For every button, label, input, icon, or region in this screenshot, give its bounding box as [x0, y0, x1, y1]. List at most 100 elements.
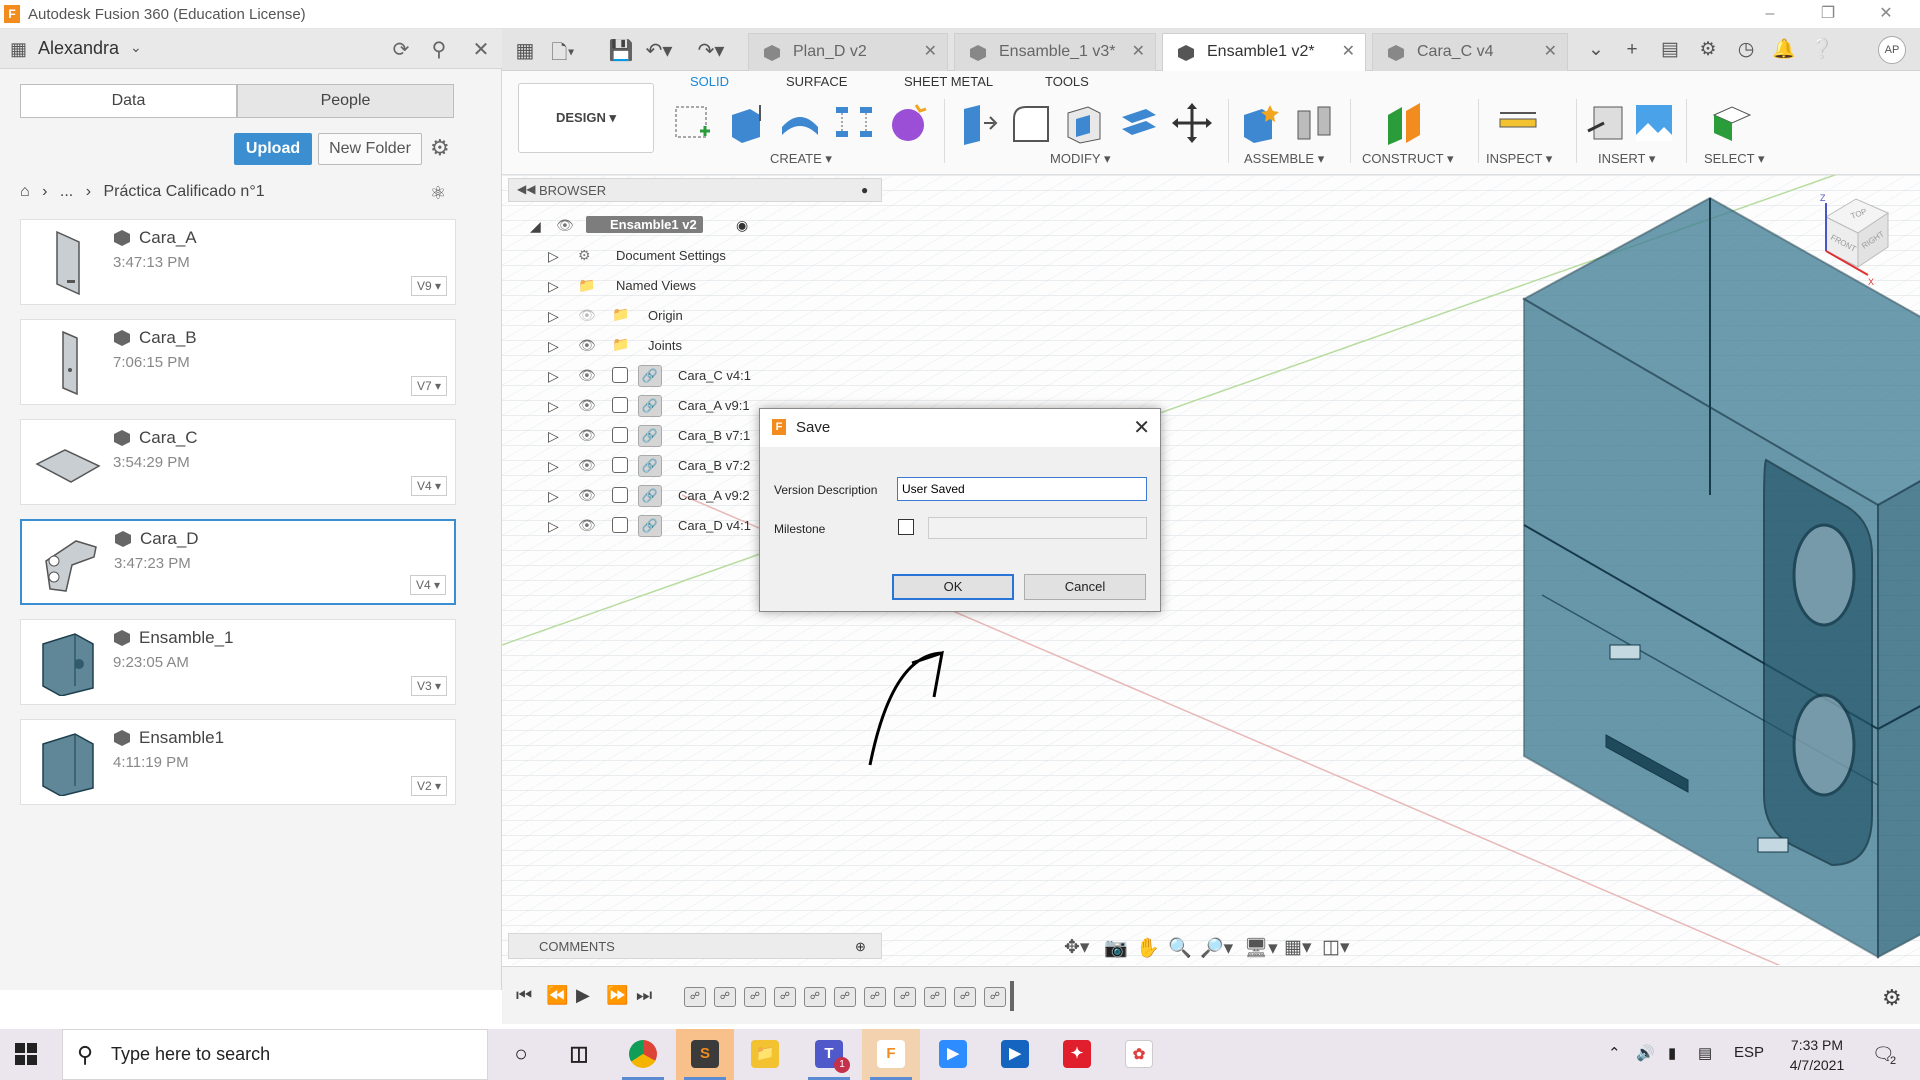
- browser-root-node[interactable]: ◢ 👁 Ensamble1 v2 ◉: [530, 214, 760, 238]
- view-cube[interactable]: TOP FRONT RIGHT Z X: [1802, 189, 1912, 289]
- step-forward-icon[interactable]: ⏩: [606, 985, 628, 1006]
- system-clock[interactable]: 7:33 PM 4/7/2021: [1772, 1035, 1862, 1075]
- taskbar-search[interactable]: ⚲ Type here to search: [62, 1029, 488, 1080]
- close-window-icon[interactable]: ✕: [1866, 2, 1906, 26]
- version-dropdown[interactable]: V4 ▾: [410, 575, 446, 595]
- orbit-icon[interactable]: ✥▾: [1064, 936, 1089, 959]
- file-card-cara-b[interactable]: Cara_B 7:06:15 PM V7 ▾: [20, 319, 456, 405]
- timeline-feature[interactable]: ☍: [924, 987, 946, 1007]
- browser-panel-header[interactable]: ◀◀ BROWSER ●: [508, 178, 882, 202]
- offset-plane-icon[interactable]: [1384, 101, 1428, 145]
- version-dropdown[interactable]: V4 ▾: [411, 476, 447, 496]
- timeline-feature[interactable]: ☍: [684, 987, 706, 1007]
- undo-icon[interactable]: ↶▾: [644, 38, 674, 63]
- autocad-icon[interactable]: ✦: [1048, 1029, 1106, 1080]
- timeline-feature[interactable]: ☍: [834, 987, 856, 1007]
- close-panel-icon[interactable]: ✕: [468, 37, 494, 62]
- chevron-down-icon[interactable]: ⌄: [130, 39, 142, 56]
- app-grid-icon[interactable]: ▦: [510, 38, 540, 63]
- activate-radio-icon[interactable]: ◉: [736, 217, 748, 234]
- minimize-icon[interactable]: –: [1750, 2, 1790, 26]
- visibility-eye-icon[interactable]: 👁: [556, 217, 574, 234]
- visibility-eye-icon[interactable]: 👁: [578, 337, 596, 354]
- windows-start-icon[interactable]: [14, 1042, 38, 1066]
- extrude-icon[interactable]: [724, 101, 768, 145]
- pan-hand-icon[interactable]: ✋: [1136, 936, 1160, 960]
- tab-overflow-icon[interactable]: ⌄: [1580, 37, 1612, 63]
- browser-node-document-settings[interactable]: ▷ ⚙ Document Settings: [530, 244, 770, 268]
- file-card-ensamble-1[interactable]: Ensamble_1 9:23:05 AM V3 ▾: [20, 619, 456, 705]
- file-card-cara-d[interactable]: Cara_D 3:47:23 PM V4 ▾: [20, 519, 456, 605]
- root-label[interactable]: Ensamble1 v2: [586, 216, 703, 233]
- avatar[interactable]: AP: [1878, 36, 1906, 64]
- redo-icon[interactable]: ↷▾: [696, 38, 726, 63]
- inspect-menu[interactable]: INSPECT ▾: [1486, 151, 1552, 167]
- timeline-feature[interactable]: ☍: [864, 987, 886, 1007]
- language-indicator[interactable]: ESP: [1734, 1044, 1764, 1061]
- version-dropdown[interactable]: V9 ▾: [411, 276, 447, 296]
- job-status-icon[interactable]: ▤: [1654, 37, 1686, 63]
- go-to-start-icon[interactable]: ⏮: [516, 985, 532, 1006]
- close-tab-icon[interactable]: ✕: [1132, 34, 1145, 70]
- volume-icon[interactable]: 🔊: [1636, 1044, 1655, 1062]
- timeline-feature[interactable]: ☍: [954, 987, 976, 1007]
- fit-zoom-icon[interactable]: 🔎▾: [1200, 936, 1233, 960]
- go-to-end-icon[interactable]: ⏭: [636, 985, 652, 1006]
- tray-chevron-icon[interactable]: ⌃: [1608, 1044, 1621, 1062]
- restore-icon[interactable]: ❐: [1808, 2, 1848, 26]
- visibility-eye-icon[interactable]: 👁: [578, 517, 596, 534]
- chrome-icon[interactable]: [614, 1029, 672, 1080]
- comments-panel-header[interactable]: COMMENTS ⊕: [508, 933, 882, 959]
- browser-node-named-views[interactable]: ▷ 📁 Named Views: [530, 274, 770, 298]
- tab-ensamble-1[interactable]: Ensamble_1 v3* ✕: [954, 33, 1156, 71]
- task-view-icon[interactable]: ◫: [550, 1029, 608, 1080]
- video-editor-icon[interactable]: ▶: [986, 1029, 1044, 1080]
- workspace-dropdown[interactable]: DESIGN ▾: [518, 83, 654, 153]
- fillet-icon[interactable]: [1008, 101, 1052, 145]
- browser-node-component[interactable]: ▷ 👁 🔗 Cara_A v9:2: [530, 484, 770, 508]
- pattern-icon[interactable]: [832, 101, 876, 145]
- browser-node-joints[interactable]: ▷ 👁 📁 Joints: [530, 334, 770, 358]
- zoom-icon[interactable]: 🔍: [1168, 936, 1192, 960]
- paint-icon[interactable]: ✿: [1110, 1029, 1168, 1080]
- create-sketch-icon[interactable]: [670, 101, 714, 145]
- file-menu-icon[interactable]: 🗋▾: [548, 38, 578, 72]
- expand-triangle-icon[interactable]: ▷: [548, 398, 559, 415]
- cortana-icon[interactable]: ○: [492, 1029, 550, 1080]
- browser-node-component[interactable]: ▷ 👁 🔗 Cara_B v7:1: [530, 424, 770, 448]
- tab-solid[interactable]: SOLID: [690, 74, 729, 89]
- globe-icon[interactable]: ⚛: [430, 183, 446, 204]
- expand-triangle-icon[interactable]: ▷: [548, 458, 559, 475]
- press-pull-icon[interactable]: [954, 101, 998, 145]
- step-back-icon[interactable]: ⏪: [546, 985, 568, 1006]
- close-tab-icon[interactable]: ✕: [924, 34, 937, 70]
- network-icon[interactable]: ▤: [1698, 1044, 1712, 1062]
- visibility-eye-icon[interactable]: 👁: [578, 487, 596, 504]
- save-icon[interactable]: 💾: [606, 38, 636, 63]
- cancel-button[interactable]: Cancel: [1024, 574, 1146, 600]
- shell-icon[interactable]: [1062, 101, 1106, 145]
- close-tab-icon[interactable]: ✕: [1342, 34, 1355, 70]
- notification-bell-icon[interactable]: 🔔: [1768, 37, 1800, 63]
- expand-triangle-icon[interactable]: ▷: [548, 488, 559, 505]
- new-folder-button[interactable]: New Folder: [318, 133, 422, 165]
- revolve-icon[interactable]: [778, 101, 822, 145]
- look-at-icon[interactable]: 📷: [1104, 936, 1128, 960]
- timeline-feature[interactable]: ☍: [744, 987, 766, 1007]
- fusion-360-icon[interactable]: F: [862, 1029, 920, 1080]
- browser-node-component[interactable]: ▷ 👁 🔗 Cara_D v4:1: [530, 514, 770, 538]
- expand-triangle-icon[interactable]: ◢: [530, 218, 541, 235]
- move-icon[interactable]: [1170, 101, 1214, 145]
- select-icon[interactable]: [1710, 101, 1754, 145]
- insert-menu[interactable]: INSERT ▾: [1598, 151, 1655, 167]
- timeline-feature[interactable]: ☍: [894, 987, 916, 1007]
- insert-derive-icon[interactable]: [1584, 101, 1628, 145]
- assemble-menu[interactable]: ASSEMBLE ▾: [1244, 151, 1324, 167]
- tab-plan-d[interactable]: Plan_D v2 ✕: [748, 33, 948, 71]
- grid-settings-icon[interactable]: ▦▾: [1284, 936, 1312, 959]
- expand-triangle-icon[interactable]: ▷: [548, 518, 559, 535]
- browser-node-component[interactable]: ▷ 👁 🔗 Cara_A v9:1: [530, 394, 770, 418]
- user-name[interactable]: Alexandra: [38, 38, 119, 59]
- visibility-eye-icon[interactable]: 👁: [578, 307, 596, 324]
- home-icon[interactable]: ⌂: [20, 183, 30, 200]
